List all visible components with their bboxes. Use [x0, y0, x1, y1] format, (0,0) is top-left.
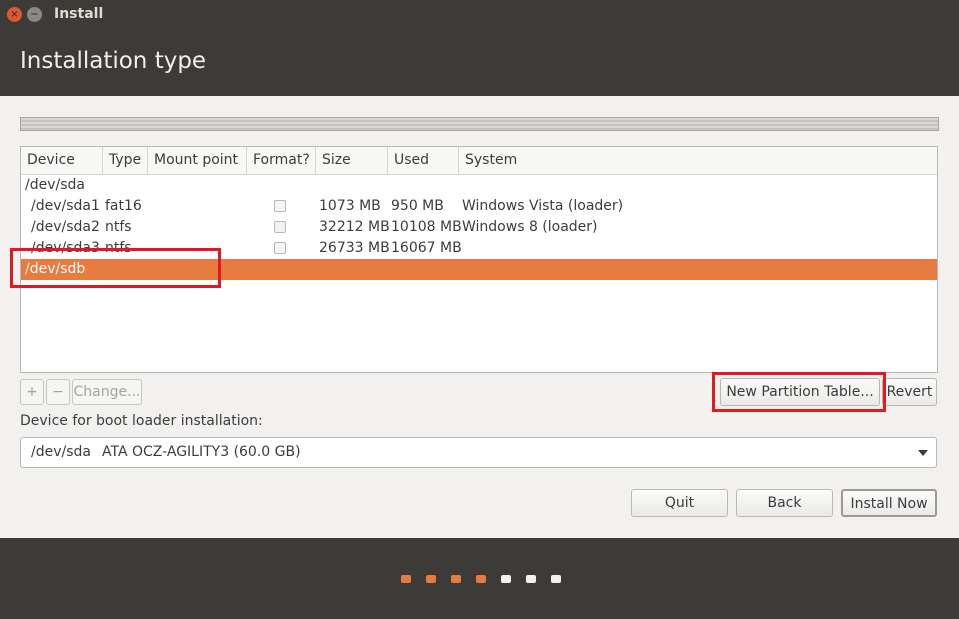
cell-used: 950 MB: [391, 198, 444, 214]
partition-bar: [20, 117, 939, 131]
page-title: Installation type: [20, 48, 207, 74]
cell-used: 16067 MB: [391, 240, 462, 256]
format-checkbox[interactable]: [274, 242, 286, 254]
boot-loader-label: Device for boot loader installation:: [20, 413, 263, 429]
progress-dot-pending: [551, 575, 561, 583]
progress-dot-complete: [476, 575, 486, 583]
footer: [0, 538, 959, 619]
dropdown-arrow-icon: [918, 450, 928, 456]
cell-type: ntfs: [105, 219, 132, 235]
install-now-button[interactable]: Install Now: [841, 489, 937, 517]
close-icon[interactable]: ×: [7, 7, 22, 22]
progress-dot-complete: [426, 575, 436, 583]
format-checkbox[interactable]: [274, 221, 286, 233]
cell-system: Windows 8 (loader): [462, 219, 598, 235]
table-row[interactable]: /dev/sda2 ntfs 32212 MB 10108 MB Windows…: [21, 217, 937, 238]
column-header-device[interactable]: Device: [21, 147, 103, 174]
boot-device-model: ATA OCZ-AGILITY3 (60.0 GB): [102, 444, 301, 460]
cell-size: 1073 MB: [319, 198, 381, 214]
progress-dot-complete: [451, 575, 461, 583]
highlight-box-sdb: [10, 248, 221, 288]
minimize-icon[interactable]: −: [27, 7, 42, 22]
column-header-mount-point[interactable]: Mount point: [148, 147, 247, 174]
boot-device: /dev/sda: [31, 444, 91, 460]
window-titlebar: × − Install: [0, 0, 959, 30]
cell-device: /dev/sda: [25, 177, 85, 193]
cell-type: fat16: [105, 198, 142, 214]
add-partition-button[interactable]: +: [20, 379, 44, 405]
page-header: Installation type: [0, 30, 959, 96]
column-header-type[interactable]: Type: [103, 147, 148, 174]
column-header-used[interactable]: Used: [388, 147, 459, 174]
window-title: Install: [54, 6, 104, 22]
table-row[interactable]: /dev/sda1 fat16 1073 MB 950 MB Windows V…: [21, 196, 937, 217]
highlight-box-new-partition-table: [712, 372, 886, 412]
column-header-size[interactable]: Size: [316, 147, 388, 174]
cell-device: /dev/sda2: [31, 219, 100, 235]
remove-partition-button[interactable]: −: [46, 379, 70, 405]
format-checkbox[interactable]: [274, 200, 286, 212]
progress-dot-pending: [501, 575, 511, 583]
progress-dot-pending: [526, 575, 536, 583]
cell-size: 32212 MB: [319, 219, 390, 235]
cell-device: /dev/sda1: [31, 198, 100, 214]
column-header-format[interactable]: Format?: [247, 147, 316, 174]
table-header: Device Type Mount point Format? Size Use…: [21, 147, 937, 175]
column-header-system[interactable]: System: [459, 147, 937, 174]
quit-button[interactable]: Quit: [631, 489, 728, 517]
cell-used: 10108 MB: [391, 219, 462, 235]
back-button[interactable]: Back: [736, 489, 833, 517]
table-row[interactable]: /dev/sda: [21, 175, 937, 196]
boot-loader-select[interactable]: /dev/sda ATA OCZ-AGILITY3 (60.0 GB): [20, 437, 937, 468]
cell-size: 26733 MB: [319, 240, 390, 256]
revert-button[interactable]: Revert: [882, 378, 937, 406]
progress-dot-complete: [401, 575, 411, 583]
change-partition-button[interactable]: Change...: [72, 379, 142, 405]
cell-system: Windows Vista (loader): [462, 198, 624, 214]
